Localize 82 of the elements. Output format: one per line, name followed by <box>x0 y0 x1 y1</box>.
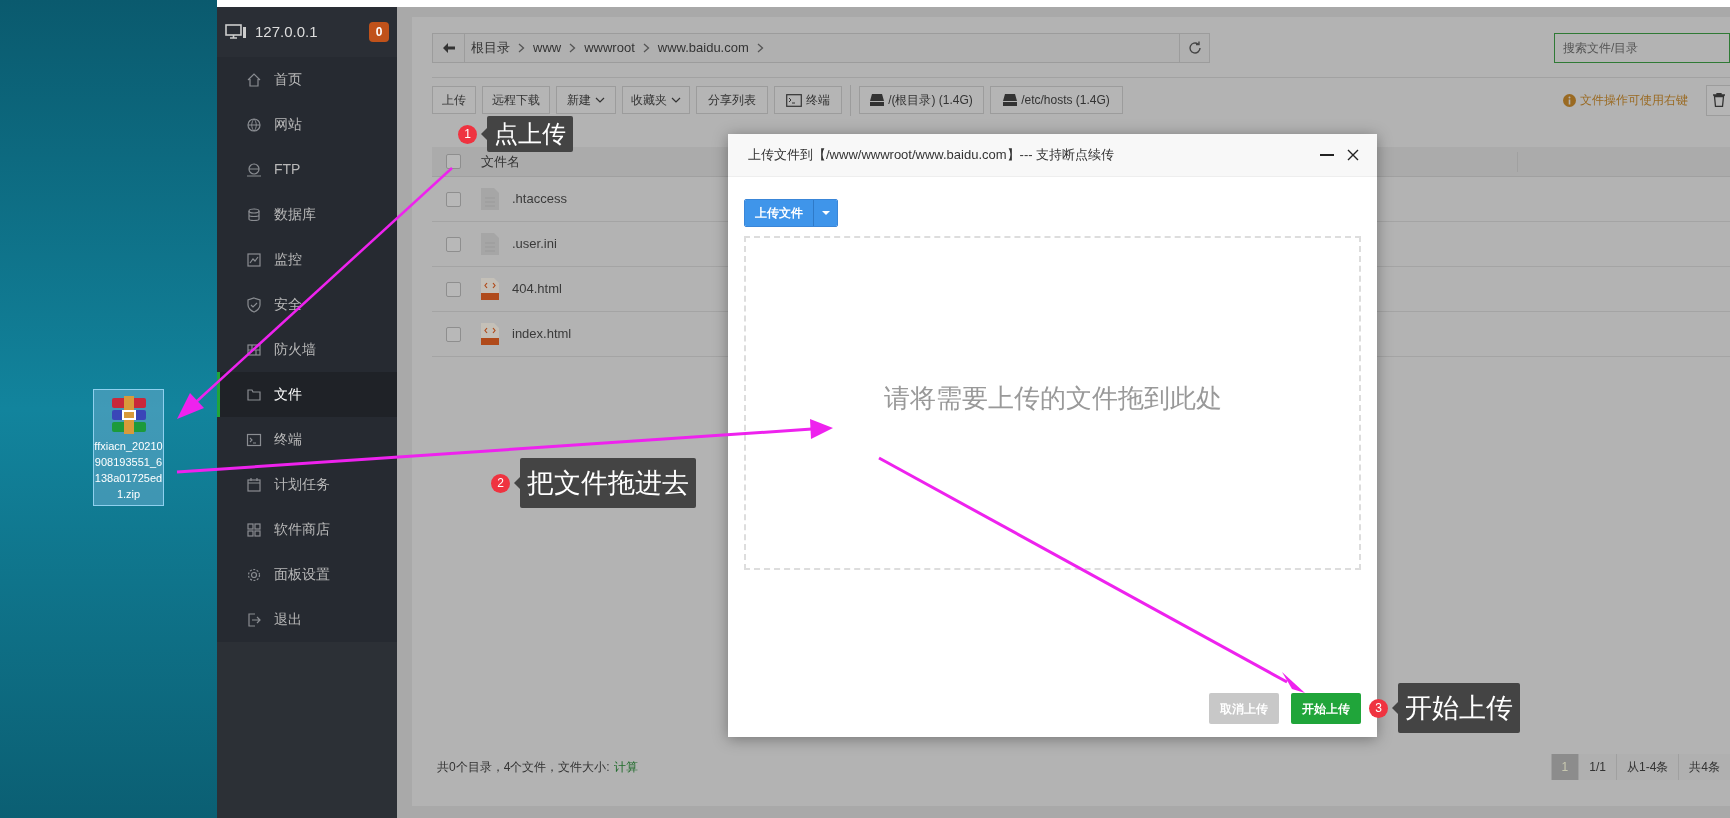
caret-down-icon <box>595 97 605 103</box>
brick-wall-icon <box>246 341 262 358</box>
checkbox[interactable] <box>446 236 461 252</box>
sidebar-item[interactable]: 软件商店 <box>217 507 397 552</box>
close-button[interactable] <box>1345 147 1361 163</box>
chevron-right-icon <box>756 43 764 53</box>
delete-button[interactable] <box>1706 84 1730 116</box>
calendar-icon <box>246 476 262 493</box>
shield-icon <box>246 296 262 313</box>
path-segment[interactable]: 根目录 <box>471 38 510 58</box>
sidebar-item[interactable]: 数据库 <box>217 192 397 237</box>
desktop-file[interactable]: ffxiacn_20210908193551_6138a01725ed1.zip <box>93 389 164 506</box>
sidebar-item[interactable]: 面板设置 <box>217 552 397 597</box>
globe-icon <box>246 116 262 133</box>
toolbar-button[interactable]: 终端 <box>774 86 842 114</box>
host-address: 127.0.0.1 <box>255 21 318 42</box>
callout-label: 开始上传 <box>1398 683 1520 733</box>
checkbox[interactable] <box>446 154 461 169</box>
callout-label: 把文件拖进去 <box>520 458 696 508</box>
grid-icon <box>246 521 262 538</box>
path-segment[interactable]: www <box>533 38 562 58</box>
sidebar-item[interactable]: 终端 <box>217 417 397 462</box>
toolbar-button[interactable]: 上传 <box>432 86 476 114</box>
callout-label: 点上传 <box>487 116 573 152</box>
sidebar-item[interactable]: 网站 <box>217 102 397 147</box>
toolbar-button[interactable]: 新建 <box>556 86 616 114</box>
sidebar-item[interactable]: 监控 <box>217 237 397 282</box>
file-name[interactable]: .user.ini <box>512 234 557 254</box>
search-field[interactable]: 搜索文件/目录 <box>1554 33 1730 63</box>
notification-badge[interactable]: 0 <box>369 22 389 42</box>
file-name: ffxiacn_20210908193551_6138a01725ed1.zip <box>94 439 163 502</box>
toolbar-button[interactable]: 远程下载 <box>482 86 550 114</box>
network-globe-icon <box>246 161 262 178</box>
checkbox[interactable] <box>446 191 461 207</box>
sidebar-item[interactable]: 退出 <box>217 597 397 642</box>
toolbar-button[interactable]: 分享列表 <box>696 86 768 114</box>
monitor-icon <box>225 24 247 40</box>
folder-icon <box>246 386 262 403</box>
terminal-icon <box>246 431 262 448</box>
column-header[interactable]: 文件名 <box>481 151 520 172</box>
toolbar-button[interactable]: /(根目录) (1.4G) <box>859 86 984 114</box>
caret-down-icon <box>671 97 681 103</box>
sidebar-item[interactable]: 安全 <box>217 282 397 327</box>
hard-drive-icon <box>870 94 885 106</box>
checkbox[interactable] <box>446 281 461 297</box>
sidebar-item[interactable]: 计划任务 <box>217 462 397 507</box>
close-icon <box>1347 149 1359 161</box>
gear-icon <box>246 566 262 583</box>
trash-icon <box>1712 93 1725 107</box>
minimize-icon <box>1320 154 1334 156</box>
path-segment[interactable]: wwwroot <box>584 38 635 58</box>
info-icon <box>1563 93 1576 107</box>
html-file-icon <box>481 278 499 300</box>
sidebar-item[interactable]: 文件 <box>217 372 397 417</box>
checkbox[interactable] <box>446 326 461 342</box>
sidebar-item[interactable]: 首页 <box>217 57 397 102</box>
sidebar-item[interactable]: FTP <box>217 147 397 192</box>
terminal-icon <box>786 93 802 107</box>
chevron-right-icon <box>569 43 577 53</box>
file-name[interactable]: 404.html <box>512 279 562 299</box>
dialog-title: 上传文件到【/www/wwwroot/www.baidu.com】--- 支持断点续传 <box>748 146 1115 165</box>
chevron-right-icon <box>518 43 525 53</box>
home-icon <box>246 71 262 88</box>
summary-text: 共0个目录，4个文件，文件大小: <box>437 759 610 776</box>
path-segment[interactable]: www.baidu.com <box>657 38 749 58</box>
chevron-right-icon <box>642 43 650 53</box>
database-icon <box>246 206 262 223</box>
back-arrow-icon <box>442 43 455 53</box>
hint-text: 文件操作可使用右键 <box>1580 92 1688 109</box>
hard-drive-icon <box>1003 94 1018 106</box>
toolbar-button[interactable]: /etc/hosts (1.4G) <box>990 86 1123 114</box>
refresh-icon <box>1187 41 1202 55</box>
caret-down-icon <box>821 211 830 215</box>
dropdown-button[interactable] <box>813 200 837 226</box>
toolbar-button[interactable]: 收藏夹 <box>622 86 690 114</box>
calculate-link[interactable]: 计算 <box>613 758 638 776</box>
monitor-chart-icon <box>246 251 262 268</box>
html-file-icon <box>481 323 499 345</box>
exit-icon <box>246 611 262 628</box>
file-name[interactable]: .htaccess <box>512 189 567 209</box>
file-name[interactable]: index.html <box>512 324 572 344</box>
sidebar-item[interactable]: 防火墙 <box>217 327 397 372</box>
